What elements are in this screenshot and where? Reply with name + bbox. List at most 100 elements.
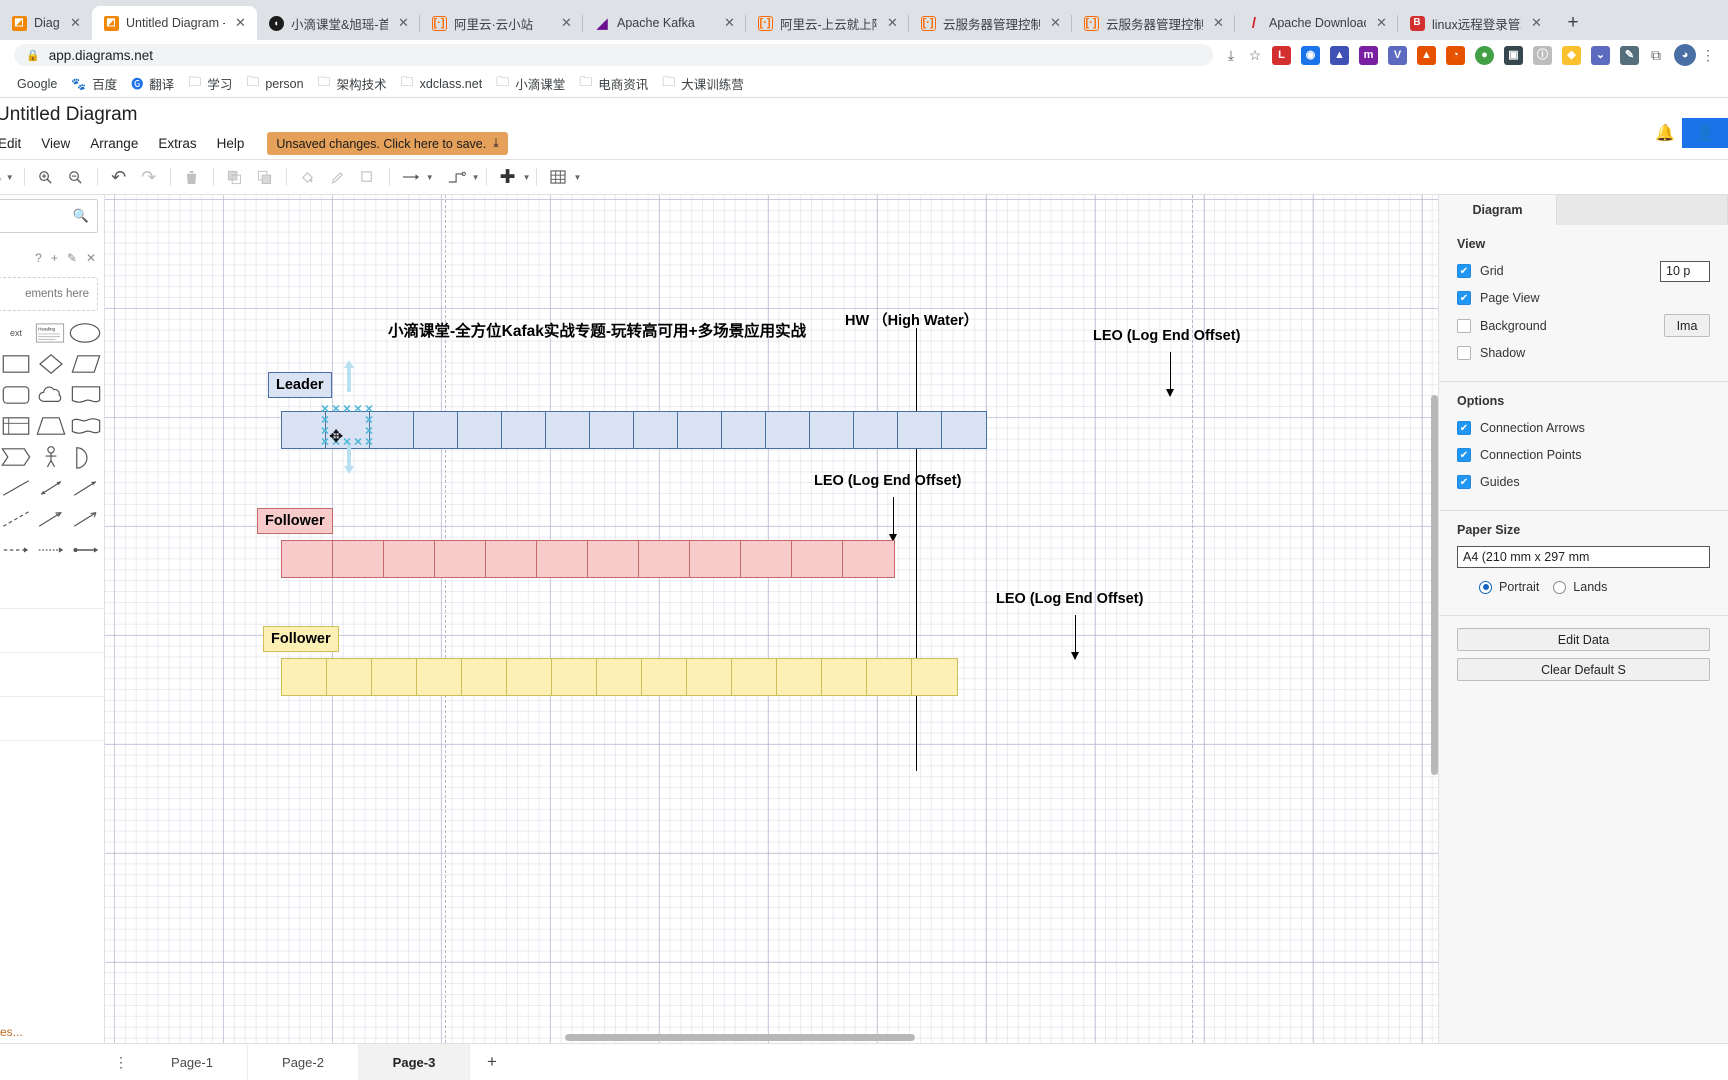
actor-shape-icon[interactable] <box>35 444 68 469</box>
diagram-title[interactable]: 小滴课堂-全方位Kafak实战专题-玩转高可用+多场景应用实战 <box>388 319 806 341</box>
edit-data-button[interactable]: Edit Data <box>1457 628 1710 651</box>
follower-log-bar-2[interactable] <box>281 658 958 696</box>
log-segment[interactable] <box>458 412 502 448</box>
leo-annotation-leader[interactable]: LEO (Log End Offset) <box>1093 328 1240 344</box>
menu-help[interactable]: Help <box>207 132 255 155</box>
browser-tab-6[interactable]: [·] 云服务器管理控制台 ✕ <box>909 6 1072 40</box>
ext-pen-icon[interactable]: ✎ <box>1620 45 1639 65</box>
diagram-canvas[interactable]: ⦀ 小滴课堂-全方位Kafak实战专题-玩转高可用+多场景应用实战 HW （Hi… <box>105 195 1438 1043</box>
bookmark-folder-arch[interactable]: 🗀 架构技术 <box>311 71 394 97</box>
step-shape-icon[interactable] <box>0 444 33 469</box>
clear-default-style-button[interactable]: Clear Default S <box>1457 658 1710 681</box>
add-icon[interactable]: + <box>51 251 58 265</box>
scratchpad-dropzone[interactable]: ements here <box>0 277 98 311</box>
hw-annotation[interactable]: HW （High Water） <box>845 309 978 330</box>
log-segment[interactable] <box>642 659 687 695</box>
bookmark-translate[interactable]: 🅖 翻译 <box>124 72 181 95</box>
log-segment[interactable] <box>898 412 942 448</box>
ext-window-icon[interactable]: ▣ <box>1504 45 1523 65</box>
zoom-in-button[interactable] <box>32 164 60 190</box>
follower-label-1[interactable]: Follower <box>257 508 333 535</box>
log-segment[interactable] <box>327 659 372 695</box>
log-segment[interactable] <box>843 541 894 577</box>
hw-vertical-line[interactable] <box>916 328 917 771</box>
log-segment[interactable] <box>417 659 462 695</box>
background-checkbox[interactable] <box>1457 318 1471 333</box>
ext-green-icon[interactable]: ● <box>1475 45 1494 65</box>
ellipse-shape-icon[interactable] <box>68 320 102 345</box>
shape-library-group[interactable] <box>0 565 104 609</box>
follower-log-bar-1[interactable] <box>281 540 895 578</box>
page-view-checkbox[interactable]: ✔ <box>1457 291 1471 305</box>
connection-style-button[interactable] <box>397 164 425 190</box>
log-segment[interactable] <box>370 412 414 448</box>
log-segment[interactable] <box>414 412 458 448</box>
log-segment[interactable] <box>546 412 590 448</box>
shape-library-group[interactable] <box>0 609 104 653</box>
connection-arrows-checkbox[interactable]: ✔ <box>1457 421 1471 435</box>
profile-avatar[interactable]: ◕ <box>1674 44 1696 66</box>
table-button[interactable] <box>544 164 572 190</box>
log-segment[interactable] <box>810 412 854 448</box>
log-segment[interactable] <box>777 659 822 695</box>
bell-icon[interactable]: 🔔 <box>1648 118 1682 148</box>
grid-size-input[interactable]: 10 p <box>1660 260 1710 282</box>
close-icon[interactable]: ✕ <box>1210 15 1227 32</box>
bookmark-folder-person[interactable]: 🗀 person <box>239 71 310 97</box>
user-icon[interactable]: 👤 <box>1682 118 1728 148</box>
log-segment[interactable] <box>333 541 384 577</box>
chevron-down-icon[interactable]: ▼ <box>573 173 581 182</box>
close-icon[interactable]: ✕ <box>1373 15 1390 32</box>
document-shape-icon[interactable] <box>69 382 102 407</box>
help-icon[interactable]: ? <box>35 251 42 265</box>
log-segment[interactable] <box>678 412 722 448</box>
redo-button[interactable]: ↷ <box>135 164 163 190</box>
zoom-out-button[interactable] <box>62 164 90 190</box>
connection-arrow-up-icon[interactable] <box>342 359 356 393</box>
log-segment[interactable] <box>486 541 537 577</box>
double-end-arrow-icon[interactable] <box>69 537 102 562</box>
menu-arrange[interactable]: Arrange <box>80 132 148 155</box>
ext-yellow-icon[interactable]: ◆ <box>1562 45 1581 65</box>
line-shape-icon[interactable] <box>0 475 33 500</box>
log-segment[interactable] <box>282 541 333 577</box>
browser-tab-0[interactable]: ◩ Diagram - d ✕ <box>0 6 92 40</box>
connection-points-checkbox[interactable]: ✔ <box>1457 448 1471 462</box>
connection-style-combo[interactable]: ▼ <box>396 164 434 190</box>
shape-library-group[interactable] <box>0 697 104 741</box>
browser-tab-4[interactable]: ◢ Apache Kafka ✕ <box>583 6 746 40</box>
browser-tab-7[interactable]: [·] 云服务器管理控制台 ✕ <box>1072 6 1235 40</box>
log-segment[interactable] <box>502 412 546 448</box>
bookmark-folder-xdclass[interactable]: 🗀 xdclass.net <box>394 71 490 97</box>
guides-checkbox[interactable]: ✔ <box>1457 475 1471 489</box>
undo-button[interactable]: ↶ <box>105 164 133 190</box>
menu-edit[interactable]: Edit <box>0 132 31 155</box>
or-shape-icon[interactable] <box>69 444 102 469</box>
bookmark-folder-ecommerce[interactable]: 🗀 电商资讯 <box>572 71 655 97</box>
leader-log-bar[interactable] <box>281 411 987 449</box>
to-front-button[interactable] <box>221 164 249 190</box>
new-tab-button[interactable]: + <box>1559 9 1587 37</box>
page-title[interactable]: Untitled Diagram <box>0 104 138 126</box>
more-shapes-button[interactable]: es... <box>0 1025 104 1039</box>
background-image-button[interactable]: Ima <box>1664 314 1710 337</box>
log-segment[interactable] <box>537 541 588 577</box>
parallelogram-shape-icon[interactable] <box>69 351 102 376</box>
page-menu-icon[interactable]: ⋮ <box>105 1044 137 1080</box>
close-icon[interactable]: ✕ <box>721 15 738 32</box>
ext-info-icon[interactable]: ⓘ <box>1533 45 1552 65</box>
log-segment[interactable] <box>741 541 792 577</box>
tape-shape-icon[interactable] <box>69 413 102 438</box>
log-segment[interactable] <box>942 412 986 448</box>
log-segment[interactable] <box>588 541 639 577</box>
close-icon[interactable]: ✕ <box>67 15 84 32</box>
ext-m-icon[interactable]: m <box>1359 45 1378 65</box>
landscape-radio[interactable] <box>1553 580 1567 594</box>
browser-tab-9[interactable]: B linux远程登录管理工 ✕ <box>1398 6 1553 40</box>
chevron-down-icon[interactable]: ▼ <box>523 173 531 182</box>
insert-button[interactable]: ✚ <box>494 164 522 190</box>
delete-button[interactable] <box>178 164 206 190</box>
connector-arrow-icon[interactable] <box>35 506 68 531</box>
bookmark-baidu[interactable]: 🐾 百度 <box>64 72 124 95</box>
trapezoid-shape-icon[interactable] <box>35 413 68 438</box>
